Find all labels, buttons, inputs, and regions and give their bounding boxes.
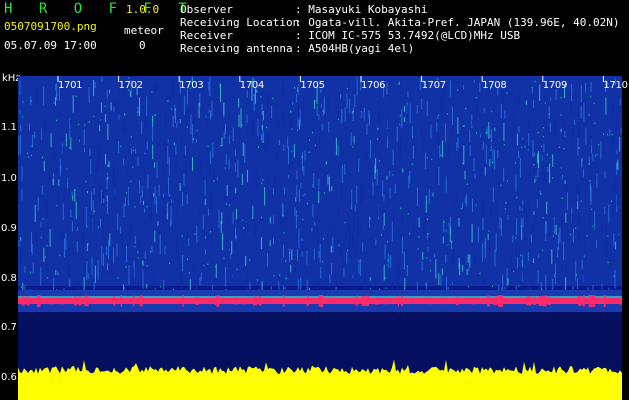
y-tick-label: 0.8 [1, 273, 17, 284]
meteor-label: meteor [124, 24, 164, 37]
app-brand: H R O F F T [4, 1, 196, 17]
receiver-row: Receiver: ICOM IC-575 53.7492(@LCD)MHz U… [180, 29, 521, 42]
minute-label: 1708 [482, 80, 507, 91]
y-tick-label: 1.1 [1, 122, 17, 133]
minute-label: 1703 [179, 80, 204, 91]
minute-label: 1707 [421, 80, 447, 91]
minute-label: 1705 [300, 80, 325, 91]
date-time: 05.07.09 17:00 [4, 39, 97, 52]
minute-label: 1706 [361, 80, 386, 91]
minute-label: 1701 [58, 80, 83, 91]
y-tick-label: 0.6 [1, 372, 17, 383]
meteor-count: 0 [139, 39, 146, 52]
spectrogram-area [18, 76, 622, 400]
minute-label: 1704 [239, 80, 265, 91]
y-tick-label: 0.7 [1, 322, 17, 333]
observer-row: Observer: Masayuki Kobayashi [180, 3, 428, 16]
file-name: 0507091700.png [4, 20, 97, 33]
minute-label: 1702 [118, 80, 144, 91]
y-tick-label: 1.0 [1, 173, 17, 184]
minute-label: 1710 [603, 80, 628, 91]
spectrogram-image [18, 76, 622, 400]
station-info: Observer: Masayuki Kobayashi Receiving L… [180, 3, 620, 55]
y-tick-label: 0.9 [1, 223, 17, 234]
location-row: Receiving Location: Ogata-vill. Akita-Pr… [180, 16, 620, 29]
antenna-row: Receiving antenna: A504HB(yagi 4el) [180, 42, 415, 55]
minute-label: 1709 [542, 80, 568, 91]
header-panel: H R O F F T 1.0.0 0507091700.png meteor … [0, 0, 629, 74]
app-version: 1.0.0 [126, 3, 160, 16]
